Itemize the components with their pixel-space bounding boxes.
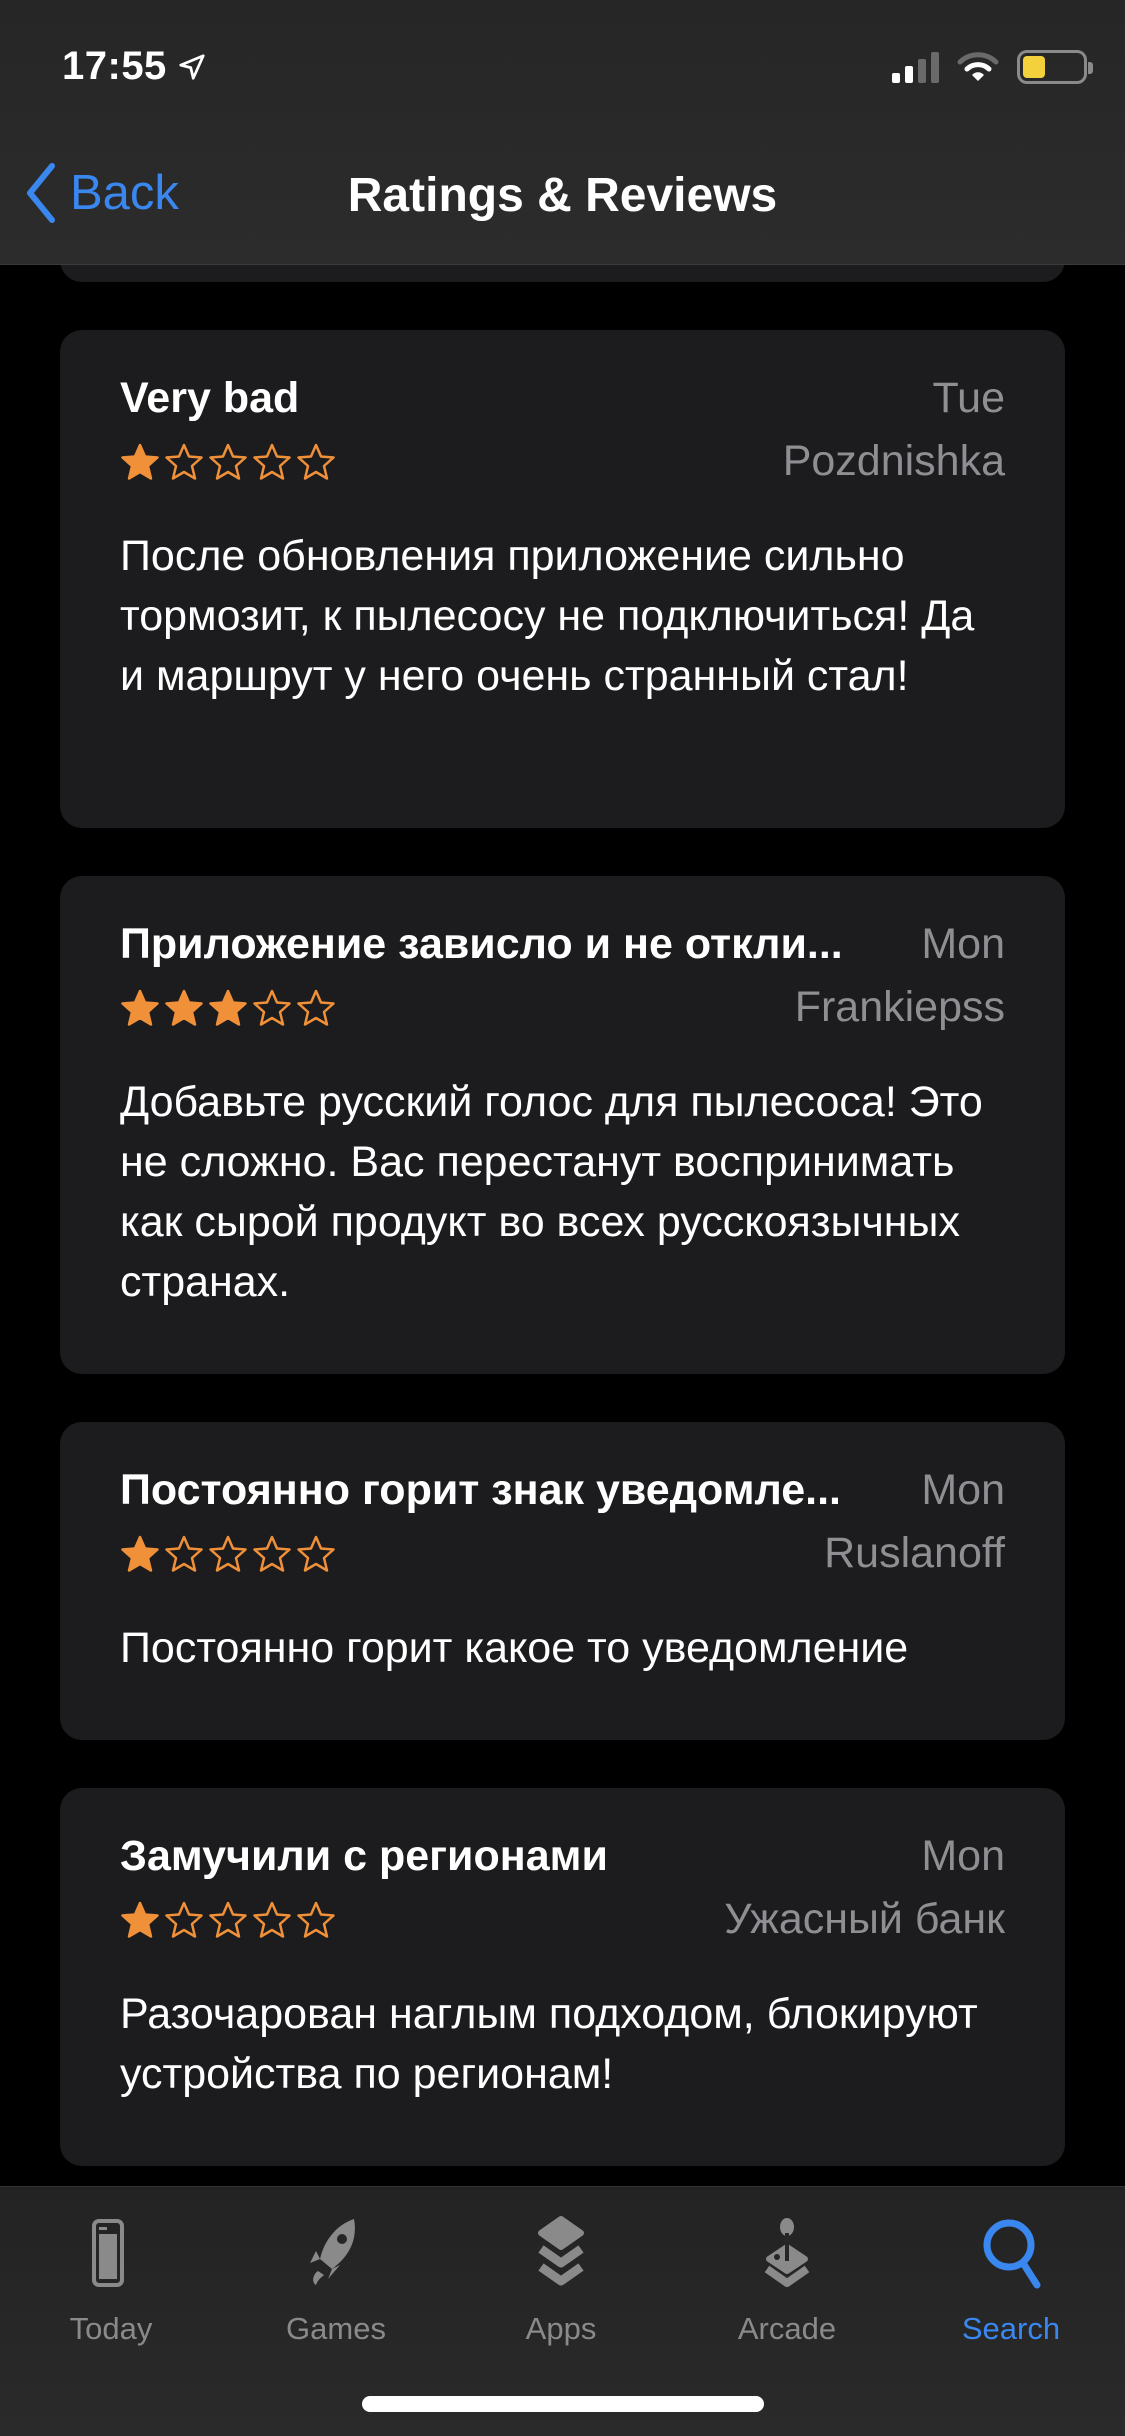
star-filled-icon xyxy=(121,989,159,1026)
tab-apps[interactable]: Apps xyxy=(471,2213,651,2347)
search-icon xyxy=(983,2219,1041,2289)
star-rating xyxy=(120,1900,336,1940)
star-empty-icon xyxy=(297,1535,335,1572)
tab-search[interactable]: Search xyxy=(921,2213,1101,2347)
tab-label: Apps xyxy=(525,2311,597,2346)
review-title: Постоянно горит знак уведомле... xyxy=(120,1466,842,1514)
review-author: Frankiepss xyxy=(794,983,1005,1031)
tab-arcade[interactable]: Arcade xyxy=(697,2213,877,2347)
star-rating xyxy=(120,1534,336,1574)
review-title: Приложение зависло и не откли... xyxy=(120,920,843,968)
star-filled-icon xyxy=(209,989,247,1026)
review-body: Разочарован наглым подходом, блокируют у… xyxy=(120,1990,978,2098)
tab-games[interactable]: Games xyxy=(246,2213,426,2347)
review-date: Mon xyxy=(921,920,1005,968)
star-empty-icon xyxy=(165,1535,203,1572)
review-title: Very bad xyxy=(120,374,300,422)
star-filled-icon xyxy=(121,1901,159,1938)
star-empty-icon xyxy=(209,1535,247,1572)
star-filled-icon xyxy=(121,1535,159,1572)
today-icon xyxy=(92,2219,124,2287)
status-time: 17:55 xyxy=(62,44,167,88)
review-card[interactable]: Приложение зависло и не откли... Mon Fra… xyxy=(60,876,1065,1374)
star-empty-icon xyxy=(209,443,247,480)
joystick-icon xyxy=(764,2218,810,2287)
rocket-icon xyxy=(310,2219,355,2285)
battery-icon xyxy=(1017,50,1093,84)
star-empty-icon xyxy=(297,1901,335,1938)
review-card[interactable]: Very bad Tue Pozdnishka После обновления… xyxy=(60,330,1065,828)
review-body: Постоянно горит какое то уведомление xyxy=(120,1624,909,1672)
star-filled-icon xyxy=(121,443,159,480)
review-body: После обновления приложение сильно тормо… xyxy=(120,532,975,700)
tab-today[interactable]: Today xyxy=(21,2213,201,2347)
star-rating xyxy=(120,442,336,482)
review-card[interactable]: Постоянно горит знак уведомле... Mon Rus… xyxy=(60,1422,1065,1740)
tab-label: Games xyxy=(286,2311,386,2346)
cellular-signal-icon xyxy=(892,51,939,83)
navigation-bar: 17:55 Back Ratings & Reviews xyxy=(0,0,1125,265)
review-card[interactable]: Замучили с регионами Mon Ужасный банк Ра… xyxy=(60,1788,1065,2166)
layers-icon xyxy=(538,2216,584,2286)
tab-label: Search xyxy=(961,2311,1061,2346)
star-filled-icon xyxy=(165,989,203,1026)
star-empty-icon xyxy=(253,1901,291,1938)
star-rating xyxy=(120,988,336,1028)
review-title: Замучили с регионами xyxy=(120,1832,608,1880)
tab-label: Today xyxy=(69,2311,153,2346)
star-empty-icon xyxy=(209,1901,247,1938)
reviews-list[interactable]: Very bad Tue Pozdnishka После обновления… xyxy=(0,0,1125,2186)
star-empty-icon xyxy=(253,989,291,1026)
review-date: Mon xyxy=(921,1832,1005,1880)
review-author: Ruslanoff xyxy=(824,1529,1005,1577)
home-indicator[interactable] xyxy=(362,2396,764,2412)
location-arrow-icon xyxy=(179,53,205,80)
tab-label: Arcade xyxy=(737,2311,837,2346)
review-body: Добавьте русский голос для пылесоса! Это… xyxy=(120,1078,983,1306)
star-empty-icon xyxy=(253,1535,291,1572)
star-empty-icon xyxy=(297,443,335,480)
wifi-icon xyxy=(957,52,999,81)
page-title: Ratings & Reviews xyxy=(347,169,778,222)
star-empty-icon xyxy=(253,443,291,480)
review-date: Tue xyxy=(932,374,1006,422)
star-empty-icon xyxy=(165,443,203,480)
status-icons xyxy=(892,50,1093,84)
review-author: Pozdnishka xyxy=(782,437,1005,485)
star-empty-icon xyxy=(297,989,335,1026)
star-empty-icon xyxy=(165,1901,203,1938)
review-author: Ужасный банк xyxy=(724,1895,1005,1943)
status-time-group: 17:55 xyxy=(62,44,207,89)
review-date: Mon xyxy=(921,1466,1005,1514)
